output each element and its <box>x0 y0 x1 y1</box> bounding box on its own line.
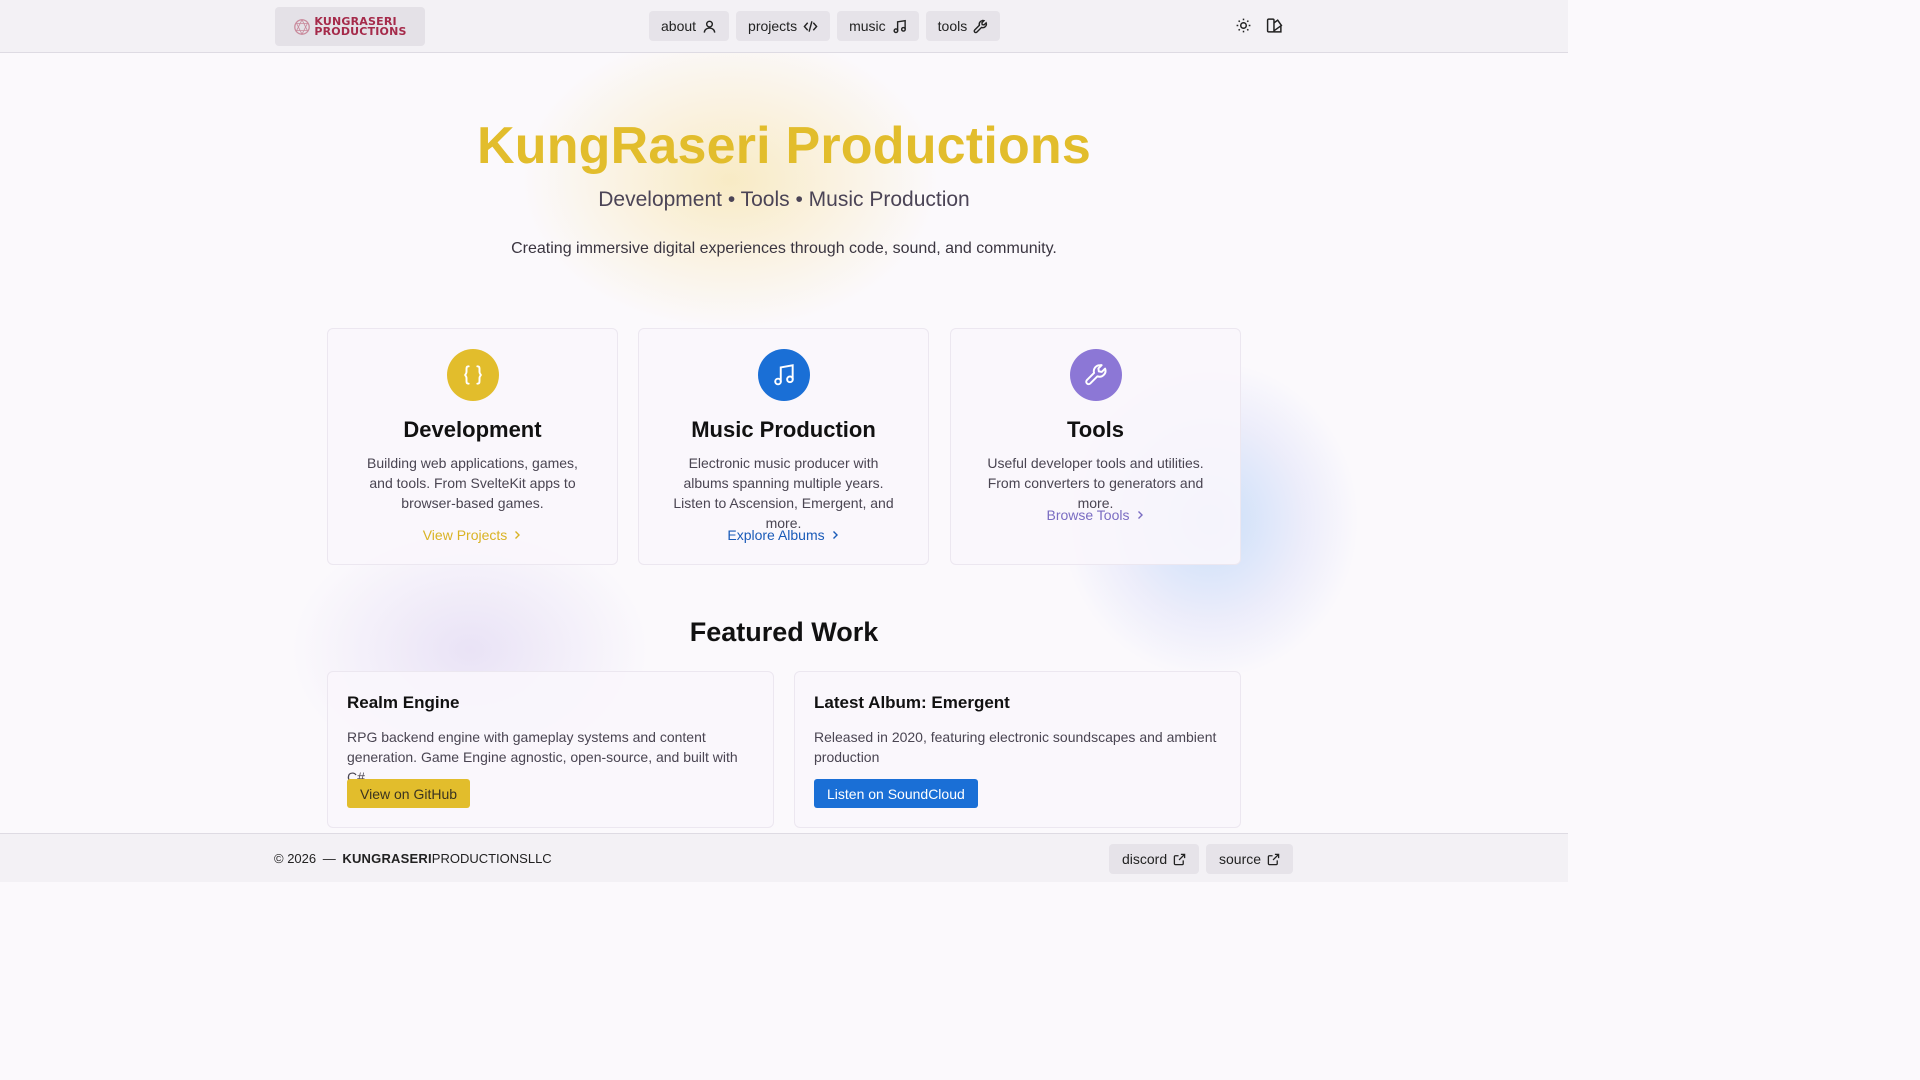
braces-icon <box>463 365 482 385</box>
nav-projects[interactable]: projects <box>736 11 831 41</box>
nav-about[interactable]: about <box>649 11 730 41</box>
featured-card-title: Latest Album: Emergent <box>814 693 1010 712</box>
featured-work-heading: Featured Work <box>689 617 879 647</box>
external-link-icon <box>1267 853 1280 865</box>
listen-on-soundcloud-button[interactable]: Listen on SoundCloud <box>814 779 978 808</box>
card-music-title: Music Production <box>691 417 876 442</box>
hero-title: KungRaseri Productions <box>476 117 1092 175</box>
chevron-right-icon <box>515 531 521 539</box>
card-development-text: Building web applications, games, and to… <box>367 455 578 511</box>
hero-description: Creating immersive digital experiences t… <box>511 240 1057 257</box>
nav-projects-label: projects <box>748 18 798 34</box>
palette-icon[interactable] <box>1266 17 1283 34</box>
logo-text: KUNGRASERI PRODUCTIONS <box>314 16 407 38</box>
site-header: KUNGRASERI PRODUCTIONS about projects mu… <box>0 0 1568 53</box>
source-link[interactable]: source <box>1206 844 1294 874</box>
music-note-icon <box>773 364 794 386</box>
card-development-title: Development <box>403 417 542 442</box>
card-music-icon-circle <box>757 349 810 401</box>
wrench-icon <box>1084 364 1106 386</box>
discord-label: discord <box>1122 851 1168 867</box>
site-logo[interactable]: KUNGRASERI PRODUCTIONS <box>275 7 425 46</box>
user-icon <box>703 20 716 33</box>
wrench-icon <box>973 19 988 33</box>
featured-card-latest-album: Latest Album: Emergent Released in 2020,… <box>794 671 1241 828</box>
nav-about-label: about <box>661 18 697 34</box>
card-development: Development Building web applications, g… <box>327 328 618 565</box>
card-tools: Tools Useful developer tools and utiliti… <box>950 328 1241 565</box>
view-projects-link[interactable]: View Projects <box>328 527 617 543</box>
nav-music[interactable]: music <box>837 11 919 41</box>
featured-card-realm-engine: Realm Engine RPG backend engine with gam… <box>327 671 774 828</box>
footer-brand-bold: KUNGRASERI <box>342 851 432 866</box>
copyright: © 2026 — KUNGRASERIPRODUCTIONSLLC <box>274 851 552 866</box>
external-link-icon <box>1173 853 1186 865</box>
chevron-right-icon <box>832 531 838 539</box>
logo-line-2: PRODUCTIONS <box>314 24 407 38</box>
source-label: source <box>1219 851 1262 867</box>
main-nav: about projects music tools <box>649 11 1001 41</box>
footer-brand-rest: PRODUCTIONSLLC <box>431 851 552 866</box>
copyright-year: © 2026 <box>274 851 317 866</box>
nav-tools[interactable]: tools <box>925 11 1001 41</box>
view-projects-label: View Projects <box>422 527 508 543</box>
card-tools-text: Useful developer tools and utilities. Fr… <box>987 455 1204 511</box>
browse-tools-link[interactable]: Browse Tools <box>951 507 1240 523</box>
hero-subtitle: Development • Tools • Music Production <box>598 188 970 211</box>
chevron-right-icon <box>1137 511 1143 519</box>
nav-tools-label: tools <box>937 18 968 34</box>
view-on-github-button[interactable]: View on GitHub <box>347 779 471 808</box>
site-footer: © 2026 — KUNGRASERIPRODUCTIONSLLC discor… <box>0 833 1568 882</box>
sun-icon[interactable] <box>1235 17 1252 34</box>
featured-card-text: Released in 2020, featuring electronic s… <box>814 729 1217 765</box>
explore-albums-label: Explore Albums <box>727 527 825 543</box>
background-glow-yellow <box>520 30 940 330</box>
card-tools-icon-circle <box>1069 349 1122 401</box>
explore-albums-link[interactable]: Explore Albums <box>639 527 928 543</box>
card-music-text: Electronic music producer with albums sp… <box>673 455 894 531</box>
featured-card-title: Realm Engine <box>347 693 460 712</box>
card-music-production: Music Production Electronic music produc… <box>638 328 929 565</box>
logo-mark-icon <box>294 18 311 35</box>
music-note-icon <box>893 19 906 33</box>
code-icon <box>803 20 818 32</box>
featured-card-text: RPG backend engine with gameplay systems… <box>347 729 738 785</box>
card-tools-title: Tools <box>1066 417 1125 442</box>
discord-link[interactable]: discord <box>1109 844 1200 874</box>
nav-music-label: music <box>849 18 886 34</box>
copyright-dash: — <box>322 851 336 866</box>
browse-tools-label: Browse Tools <box>1046 507 1130 523</box>
card-development-icon-circle <box>446 349 499 401</box>
